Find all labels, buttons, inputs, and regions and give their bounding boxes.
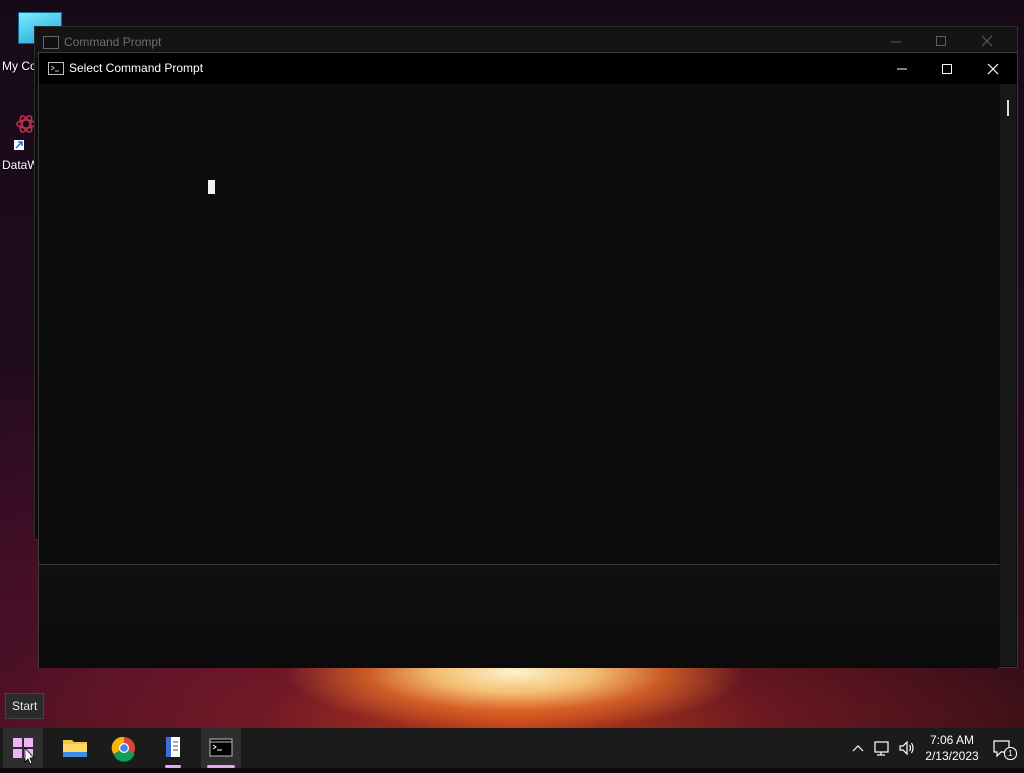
cmd-icon	[43, 36, 59, 49]
start-tooltip: Start	[5, 693, 45, 719]
cmd-icon	[48, 62, 64, 75]
close-icon	[987, 63, 999, 75]
windows-logo-icon	[13, 738, 35, 765]
window-title: Command Prompt	[64, 35, 162, 49]
file-explorer-button[interactable]	[55, 728, 95, 768]
network-icon[interactable]	[872, 738, 892, 758]
clock[interactable]: 7:06 AM 2/13/2023	[920, 732, 984, 764]
close-icon	[981, 35, 993, 47]
desktop-icon-label: My Co	[2, 59, 37, 73]
show-hidden-icons-chevron-up-icon[interactable]	[848, 738, 868, 758]
taskbar: 7:06 AM 2/13/2023 1	[0, 728, 1024, 768]
notification-count-badge: 1	[1004, 747, 1017, 760]
scrollbar-thumb[interactable]	[1007, 100, 1009, 116]
tooltip-text: Start	[12, 699, 38, 713]
cmd-icon	[209, 738, 233, 757]
folder-icon	[63, 740, 87, 757]
close-button[interactable]	[971, 57, 1015, 81]
close-button[interactable]	[972, 33, 1002, 52]
minimize-button[interactable]	[880, 57, 924, 81]
vertical-scrollbar[interactable]	[1000, 84, 1016, 666]
maximize-button[interactable]	[926, 33, 956, 52]
command-prompt-taskbar-button[interactable]	[201, 728, 241, 768]
chrome-icon	[111, 736, 135, 762]
minimize-button[interactable]	[881, 33, 911, 52]
notepad-icon	[166, 737, 180, 757]
maximize-button[interactable]	[925, 57, 969, 81]
chrome-button[interactable]	[104, 728, 144, 768]
console-output-area[interactable]	[39, 84, 999, 564]
datawarrior-shortcut-icon	[14, 115, 36, 150]
window-title: Select Command Prompt	[69, 61, 204, 75]
maximize-icon	[936, 36, 946, 46]
text-cursor	[208, 180, 215, 194]
start-button[interactable]	[3, 728, 43, 768]
notification-center-button[interactable]: 1	[992, 738, 1017, 760]
minimize-icon	[891, 41, 901, 43]
command-prompt-window[interactable]: Select Command Prompt	[38, 52, 1018, 668]
title-bar[interactable]: Select Command Prompt	[39, 53, 1017, 84]
maximize-icon	[942, 64, 952, 74]
volume-icon[interactable]	[897, 738, 917, 758]
console-lower-area[interactable]	[39, 564, 999, 668]
notepad-button[interactable]	[153, 728, 193, 768]
clock-date: 2/13/2023	[925, 749, 979, 763]
clock-time: 7:06 AM	[929, 733, 975, 747]
minimize-icon	[897, 68, 907, 70]
